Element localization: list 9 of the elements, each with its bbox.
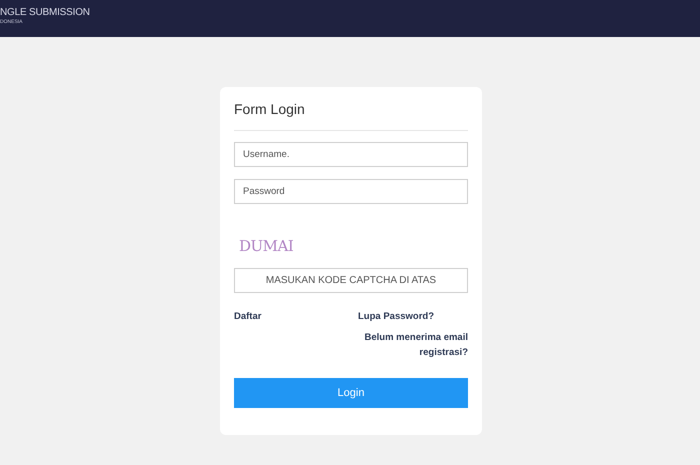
username-field[interactable]: Username. (234, 142, 468, 167)
password-field[interactable]: Password (234, 179, 468, 204)
site-title: NGLE SUBMISSION (0, 6, 90, 18)
captcha-field[interactable]: MASUKAN KODE CAPTCHA DI ATAS (234, 268, 468, 293)
resend-email-link[interactable]: Belum menerima email registrasi? (358, 330, 468, 360)
captcha-code: DUMAI (239, 237, 294, 255)
register-link[interactable]: Daftar (234, 311, 262, 322)
forgot-password-link[interactable]: Lupa Password? (358, 311, 434, 322)
form-title: Form Login (234, 101, 306, 117)
